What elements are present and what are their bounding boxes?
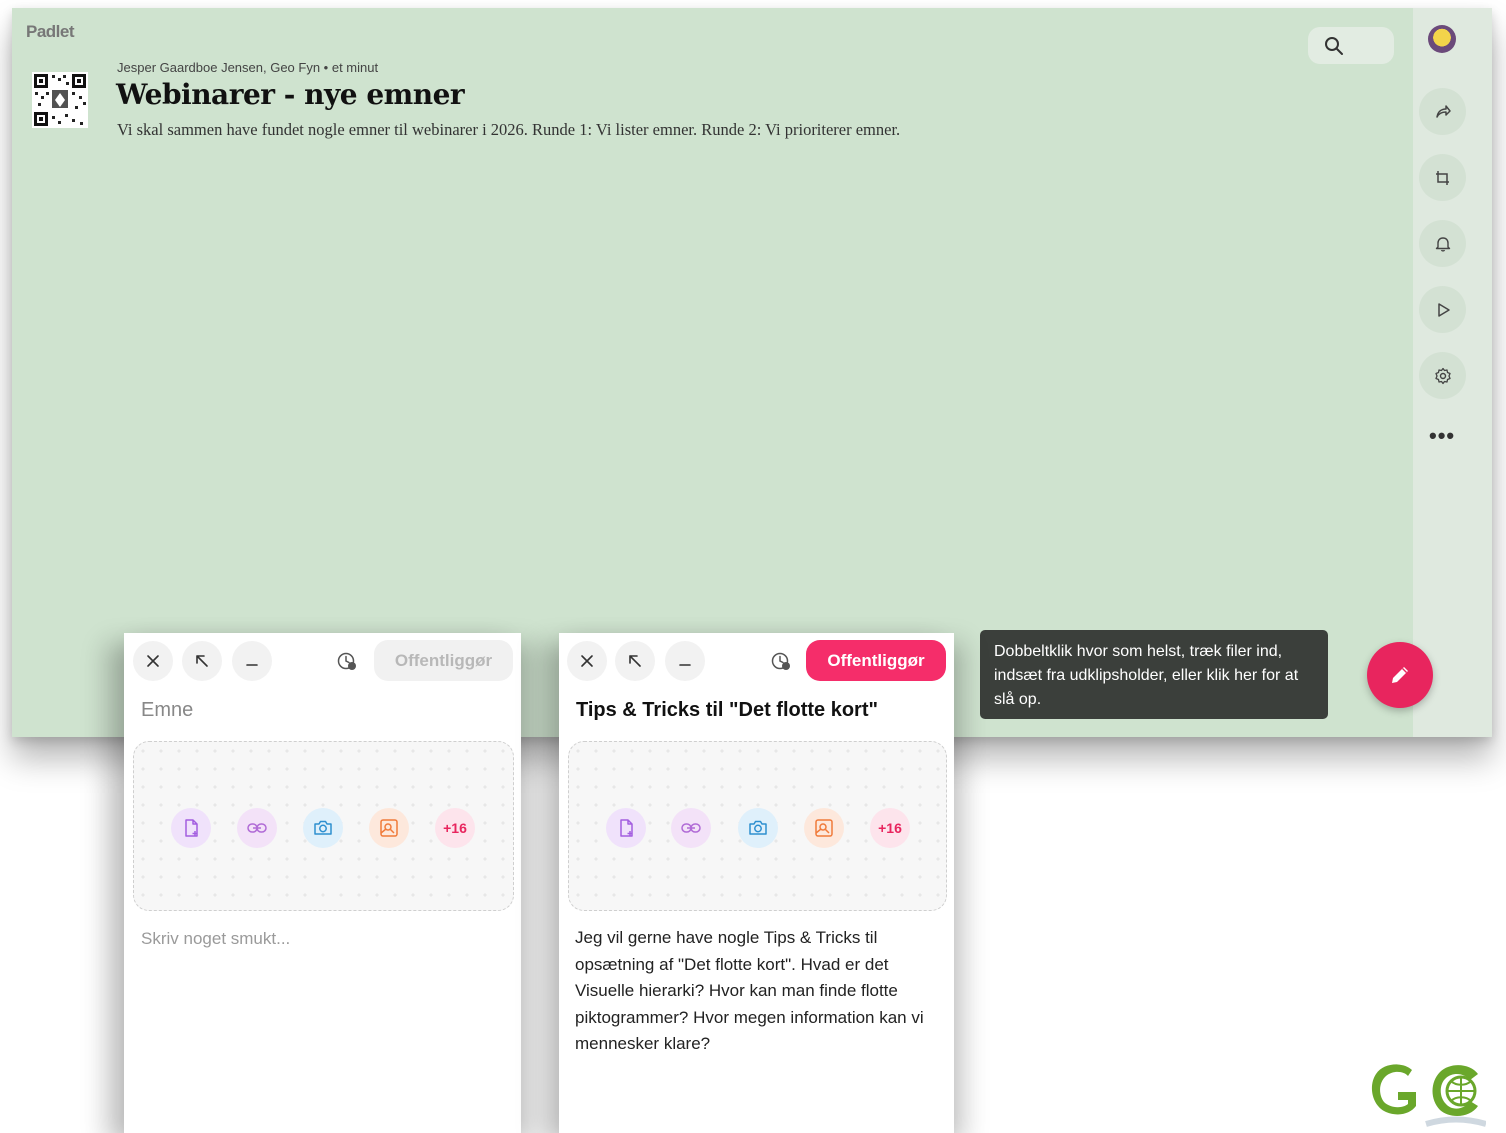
body-input[interactable]: Jeg vil gerne have nogle Tips & Tricks t…	[575, 925, 940, 1058]
file-upload-icon	[620, 819, 633, 837]
file-upload-icon	[185, 819, 198, 837]
notifications-button[interactable]	[1419, 220, 1466, 267]
padlet-window: Padlet Jesper Gaardboe Jensen, Geo Fyn •…	[12, 8, 1492, 737]
post-composer-filled: Offentliggør Tips & Tricks til "Det flot…	[559, 633, 954, 1133]
search-icon	[1325, 37, 1343, 55]
play-icon	[1437, 302, 1450, 317]
more-options-button[interactable]: •••	[1429, 423, 1455, 449]
more-attachments-count: +16	[443, 820, 467, 836]
geo-fyn-logo	[1371, 1064, 1486, 1127]
minimize-icon	[246, 664, 258, 666]
close-icon	[581, 655, 593, 667]
attachment-dropzone[interactable]: +16	[133, 741, 514, 911]
image-search-button[interactable]	[804, 808, 844, 848]
camera-icon	[749, 820, 767, 835]
image-search-icon	[815, 819, 833, 837]
link-button[interactable]	[671, 808, 711, 848]
image-search-icon	[380, 819, 398, 837]
remake-icon	[1435, 170, 1449, 185]
post-composer-empty: Offentliggør Emne +16 Skriv noget smukt.…	[124, 633, 521, 1133]
minimize-icon	[679, 664, 691, 666]
more-attachments-button[interactable]: +16	[435, 808, 475, 848]
board-meta: Jesper Gaardboe Jensen, Geo Fyn • et min…	[117, 60, 379, 75]
schedule-icon[interactable]	[770, 650, 792, 672]
subject-input[interactable]: Tips & Tricks til "Det flotte kort"	[576, 699, 878, 722]
arrow-up-left-icon	[196, 655, 208, 667]
avatar[interactable]	[1428, 25, 1456, 53]
padlet-logo[interactable]: Padlet	[26, 22, 75, 42]
camera-button[interactable]	[738, 808, 778, 848]
pencil-icon	[1392, 667, 1408, 683]
upload-file-button[interactable]	[606, 808, 646, 848]
qr-code[interactable]	[32, 72, 88, 128]
minimize-button[interactable]	[232, 641, 272, 681]
settings-button[interactable]	[1419, 352, 1466, 399]
body-input[interactable]: Skriv noget smukt...	[141, 929, 290, 949]
camera-button[interactable]	[303, 808, 343, 848]
close-button[interactable]	[133, 641, 173, 681]
image-search-button[interactable]	[369, 808, 409, 848]
link-icon	[681, 823, 701, 833]
share-icon	[1435, 104, 1451, 118]
close-icon	[147, 655, 159, 667]
minimize-button[interactable]	[665, 641, 705, 681]
attachment-dropzone[interactable]: +16	[568, 741, 947, 911]
more-attachments-count: +16	[878, 820, 902, 836]
gear-icon	[1434, 367, 1451, 384]
expand-button[interactable]	[182, 641, 222, 681]
publish-button[interactable]: Offentliggør	[374, 640, 513, 681]
publish-button[interactable]: Offentliggør	[806, 640, 946, 681]
add-post-button[interactable]	[1367, 642, 1433, 708]
more-attachments-button[interactable]: +16	[870, 808, 910, 848]
share-button[interactable]	[1419, 88, 1466, 135]
bell-icon	[1435, 236, 1450, 252]
remake-button[interactable]	[1419, 154, 1466, 201]
subject-input[interactable]: Emne	[141, 699, 193, 722]
link-icon	[247, 823, 267, 833]
close-button[interactable]	[567, 641, 607, 681]
add-post-tooltip: Dobbeltklik hvor som helst, træk filer i…	[980, 630, 1328, 719]
camera-icon	[314, 820, 332, 835]
slideshow-button[interactable]	[1419, 286, 1466, 333]
board-title[interactable]: Webinarer - nye emner	[116, 78, 465, 111]
schedule-icon[interactable]	[336, 650, 358, 672]
arrow-up-left-icon	[629, 655, 641, 667]
upload-file-button[interactable]	[171, 808, 211, 848]
expand-button[interactable]	[615, 641, 655, 681]
search-button[interactable]	[1308, 27, 1394, 64]
link-button[interactable]	[237, 808, 277, 848]
board-description: Vi skal sammen have fundet nogle emner t…	[117, 120, 901, 139]
